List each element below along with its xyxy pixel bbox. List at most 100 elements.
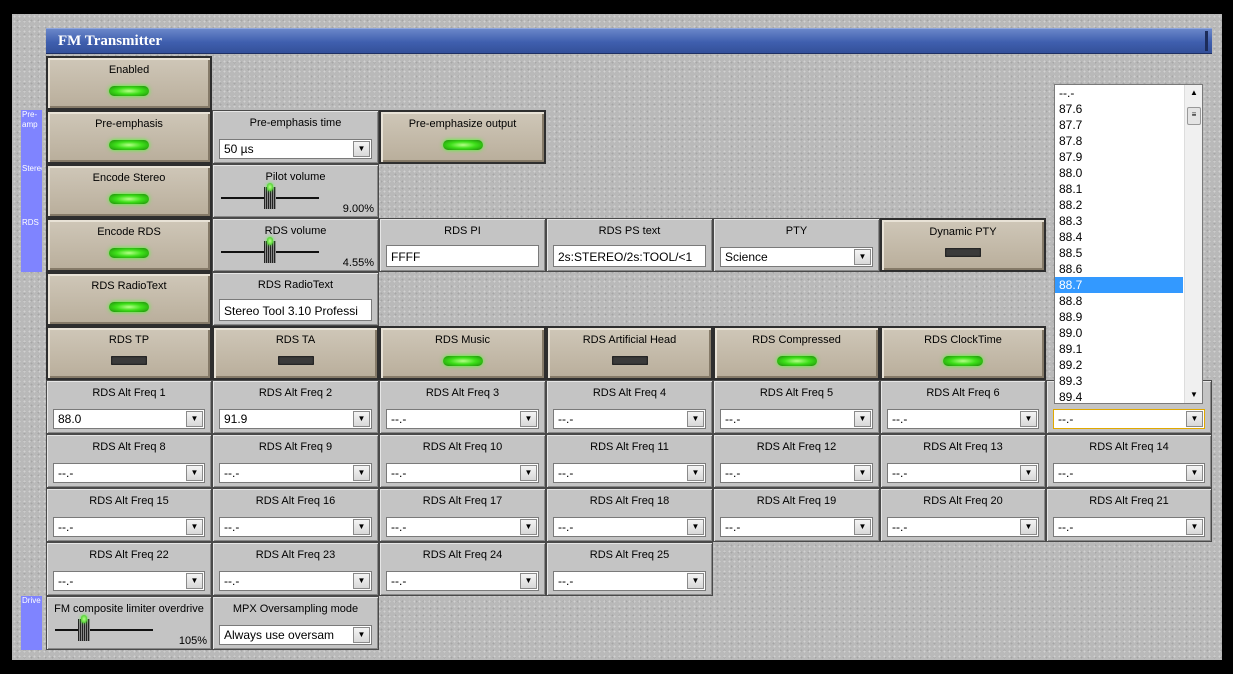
rds-ps-text-input[interactable]: 2s:STEREO/2s:TOOL/<1	[553, 245, 706, 267]
side-tab-preamp[interactable]: Pre-amp	[21, 110, 42, 164]
rds-music-toggle[interactable]: RDS Music	[379, 326, 546, 380]
pilot-volume-slider-thumb[interactable]	[264, 183, 276, 209]
alt-freq-12-select[interactable]: --.- ▼	[720, 463, 873, 483]
alt-freq-3-select[interactable]: --.- ▼	[386, 409, 539, 429]
dropdown-option[interactable]: 88.0	[1055, 165, 1183, 181]
dropdown-option[interactable]: --.-	[1055, 85, 1183, 101]
chevron-down-icon[interactable]: ▼	[186, 519, 203, 535]
rds-radiotext-input[interactable]: Stereo Tool 3.10 Professi	[219, 299, 372, 321]
preemphasis-time-select[interactable]: 50 µs ▼	[219, 139, 372, 159]
side-tab-rds[interactable]: RDS	[21, 218, 42, 272]
dropdown-option[interactable]: 88.7	[1055, 277, 1183, 293]
dropdown-option[interactable]: 87.6	[1055, 101, 1183, 117]
dropdown-option[interactable]: 88.1	[1055, 181, 1183, 197]
preemphasis-toggle[interactable]: Pre-emphasis	[46, 110, 212, 164]
alt-freq-dropdown-list[interactable]: --.- 87.6 87.7 87.8 87.9 88.0 88.1 88.2 88.3 88.4…	[1054, 84, 1203, 404]
alt-freq-20-select[interactable]: --.- ▼	[887, 517, 1039, 537]
chevron-down-icon[interactable]: ▼	[520, 573, 537, 589]
chevron-down-icon[interactable]: ▼	[1020, 411, 1037, 427]
rds-clocktime-toggle[interactable]: RDS ClockTime	[880, 326, 1046, 380]
alt-freq-19-select[interactable]: --.- ▼	[720, 517, 873, 537]
mpx-oversampling-select[interactable]: Always use oversam ▼	[219, 625, 372, 645]
chevron-down-icon[interactable]: ▼	[353, 627, 370, 643]
chevron-down-icon[interactable]: ▼	[1186, 465, 1203, 481]
alt-freq-4-select[interactable]: --.- ▼	[553, 409, 706, 429]
dropdown-option[interactable]: 88.3	[1055, 213, 1183, 229]
alt-freq-7-select[interactable]: --.- ▼	[1053, 409, 1205, 429]
rds-tp-toggle[interactable]: RDS TP	[46, 326, 212, 380]
dynamic-pty-toggle[interactable]: Dynamic PTY	[880, 218, 1046, 272]
enabled-toggle[interactable]: Enabled	[46, 56, 212, 110]
alt-freq-5-select[interactable]: --.- ▼	[720, 409, 873, 429]
chevron-down-icon[interactable]: ▼	[520, 411, 537, 427]
rds-radiotext-toggle[interactable]: RDS RadioText	[46, 272, 212, 326]
chevron-down-icon[interactable]: ▼	[353, 519, 370, 535]
chevron-down-icon[interactable]: ▼	[854, 465, 871, 481]
alt-freq-21-select[interactable]: --.- ▼	[1053, 517, 1205, 537]
dropdown-option[interactable]: 88.4	[1055, 229, 1183, 245]
chevron-down-icon[interactable]: ▼	[520, 465, 537, 481]
dropdown-option[interactable]: 89.2	[1055, 357, 1183, 373]
chevron-down-icon[interactable]: ▼	[186, 411, 203, 427]
chevron-down-icon[interactable]: ▼	[186, 465, 203, 481]
dropdown-scrollbar[interactable]: ▲ ≡ ▼	[1184, 85, 1202, 403]
alt-freq-23-select[interactable]: --.- ▼	[219, 571, 372, 591]
alt-freq-13-select[interactable]: --.- ▼	[887, 463, 1039, 483]
dropdown-option[interactable]: 88.8	[1055, 293, 1183, 309]
alt-freq-22-select[interactable]: --.- ▼	[53, 571, 205, 591]
chevron-down-icon[interactable]: ▼	[353, 573, 370, 589]
chevron-down-icon[interactable]: ▼	[1020, 465, 1037, 481]
alt-freq-2-select[interactable]: 91.9 ▼	[219, 409, 372, 429]
chevron-down-icon[interactable]: ▼	[353, 141, 370, 157]
rds-compressed-toggle[interactable]: RDS Compressed	[713, 326, 880, 380]
alt-freq-25-select[interactable]: --.- ▼	[553, 571, 706, 591]
chevron-down-icon[interactable]: ▼	[353, 465, 370, 481]
dropdown-option[interactable]: 88.6	[1055, 261, 1183, 277]
rds-ta-toggle[interactable]: RDS TA	[212, 326, 379, 380]
scroll-down-icon[interactable]: ▼	[1185, 387, 1202, 403]
alt-freq-16-select[interactable]: --.- ▼	[219, 517, 372, 537]
dropdown-option[interactable]: 88.9	[1055, 309, 1183, 325]
fm-composite-limiter-slider-thumb[interactable]	[78, 615, 91, 641]
alt-freq-14-select[interactable]: --.- ▼	[1053, 463, 1205, 483]
chevron-down-icon[interactable]: ▼	[1186, 519, 1203, 535]
rds-artificial-head-toggle[interactable]: RDS Artificial Head	[546, 326, 713, 380]
chevron-down-icon[interactable]: ▼	[687, 519, 704, 535]
chevron-down-icon[interactable]: ▼	[186, 573, 203, 589]
chevron-down-icon[interactable]: ▼	[854, 411, 871, 427]
chevron-down-icon[interactable]: ▼	[1020, 519, 1037, 535]
chevron-down-icon[interactable]: ▼	[1186, 411, 1203, 427]
fm-composite-limiter-slider-track[interactable]	[55, 629, 153, 631]
dropdown-option[interactable]: 89.1	[1055, 341, 1183, 357]
encode-rds-toggle[interactable]: Encode RDS	[46, 218, 212, 272]
dropdown-option[interactable]: 88.5	[1055, 245, 1183, 261]
chevron-down-icon[interactable]: ▼	[687, 573, 704, 589]
dropdown-option[interactable]: 87.8	[1055, 133, 1183, 149]
alt-freq-17-select[interactable]: --.- ▼	[386, 517, 539, 537]
alt-freq-9-select[interactable]: --.- ▼	[219, 463, 372, 483]
alt-freq-8-select[interactable]: --.- ▼	[53, 463, 205, 483]
chevron-down-icon[interactable]: ▼	[353, 411, 370, 427]
side-tab-stereo[interactable]: Stereo	[21, 164, 42, 218]
chevron-down-icon[interactable]: ▼	[854, 519, 871, 535]
alt-freq-11-select[interactable]: --.- ▼	[553, 463, 706, 483]
dropdown-option[interactable]: 89.3	[1055, 373, 1183, 389]
chevron-down-icon[interactable]: ▼	[520, 519, 537, 535]
dropdown-option[interactable]: 89.0	[1055, 325, 1183, 341]
side-tab-drive[interactable]: Drive	[21, 596, 42, 650]
scroll-up-icon[interactable]: ▲	[1185, 85, 1202, 101]
alt-freq-10-select[interactable]: --.- ▼	[386, 463, 539, 483]
dropdown-option[interactable]: 88.2	[1055, 197, 1183, 213]
scrollbar-thumb[interactable]: ≡	[1187, 107, 1201, 125]
alt-freq-1-select[interactable]: 88.0 ▼	[53, 409, 205, 429]
alt-freq-18-select[interactable]: --.- ▼	[553, 517, 706, 537]
encode-stereo-toggle[interactable]: Encode Stereo	[46, 164, 212, 218]
preemphasize-output-toggle[interactable]: Pre-emphasize output	[379, 110, 546, 164]
dropdown-option[interactable]: 89.4	[1055, 389, 1183, 403]
alt-freq-24-select[interactable]: --.- ▼	[386, 571, 539, 591]
chevron-down-icon[interactable]: ▼	[687, 465, 704, 481]
rds-pi-input[interactable]: FFFF	[386, 245, 539, 267]
chevron-down-icon[interactable]: ▼	[854, 249, 871, 265]
alt-freq-15-select[interactable]: --.- ▼	[53, 517, 205, 537]
rds-volume-slider-thumb[interactable]	[264, 237, 276, 263]
